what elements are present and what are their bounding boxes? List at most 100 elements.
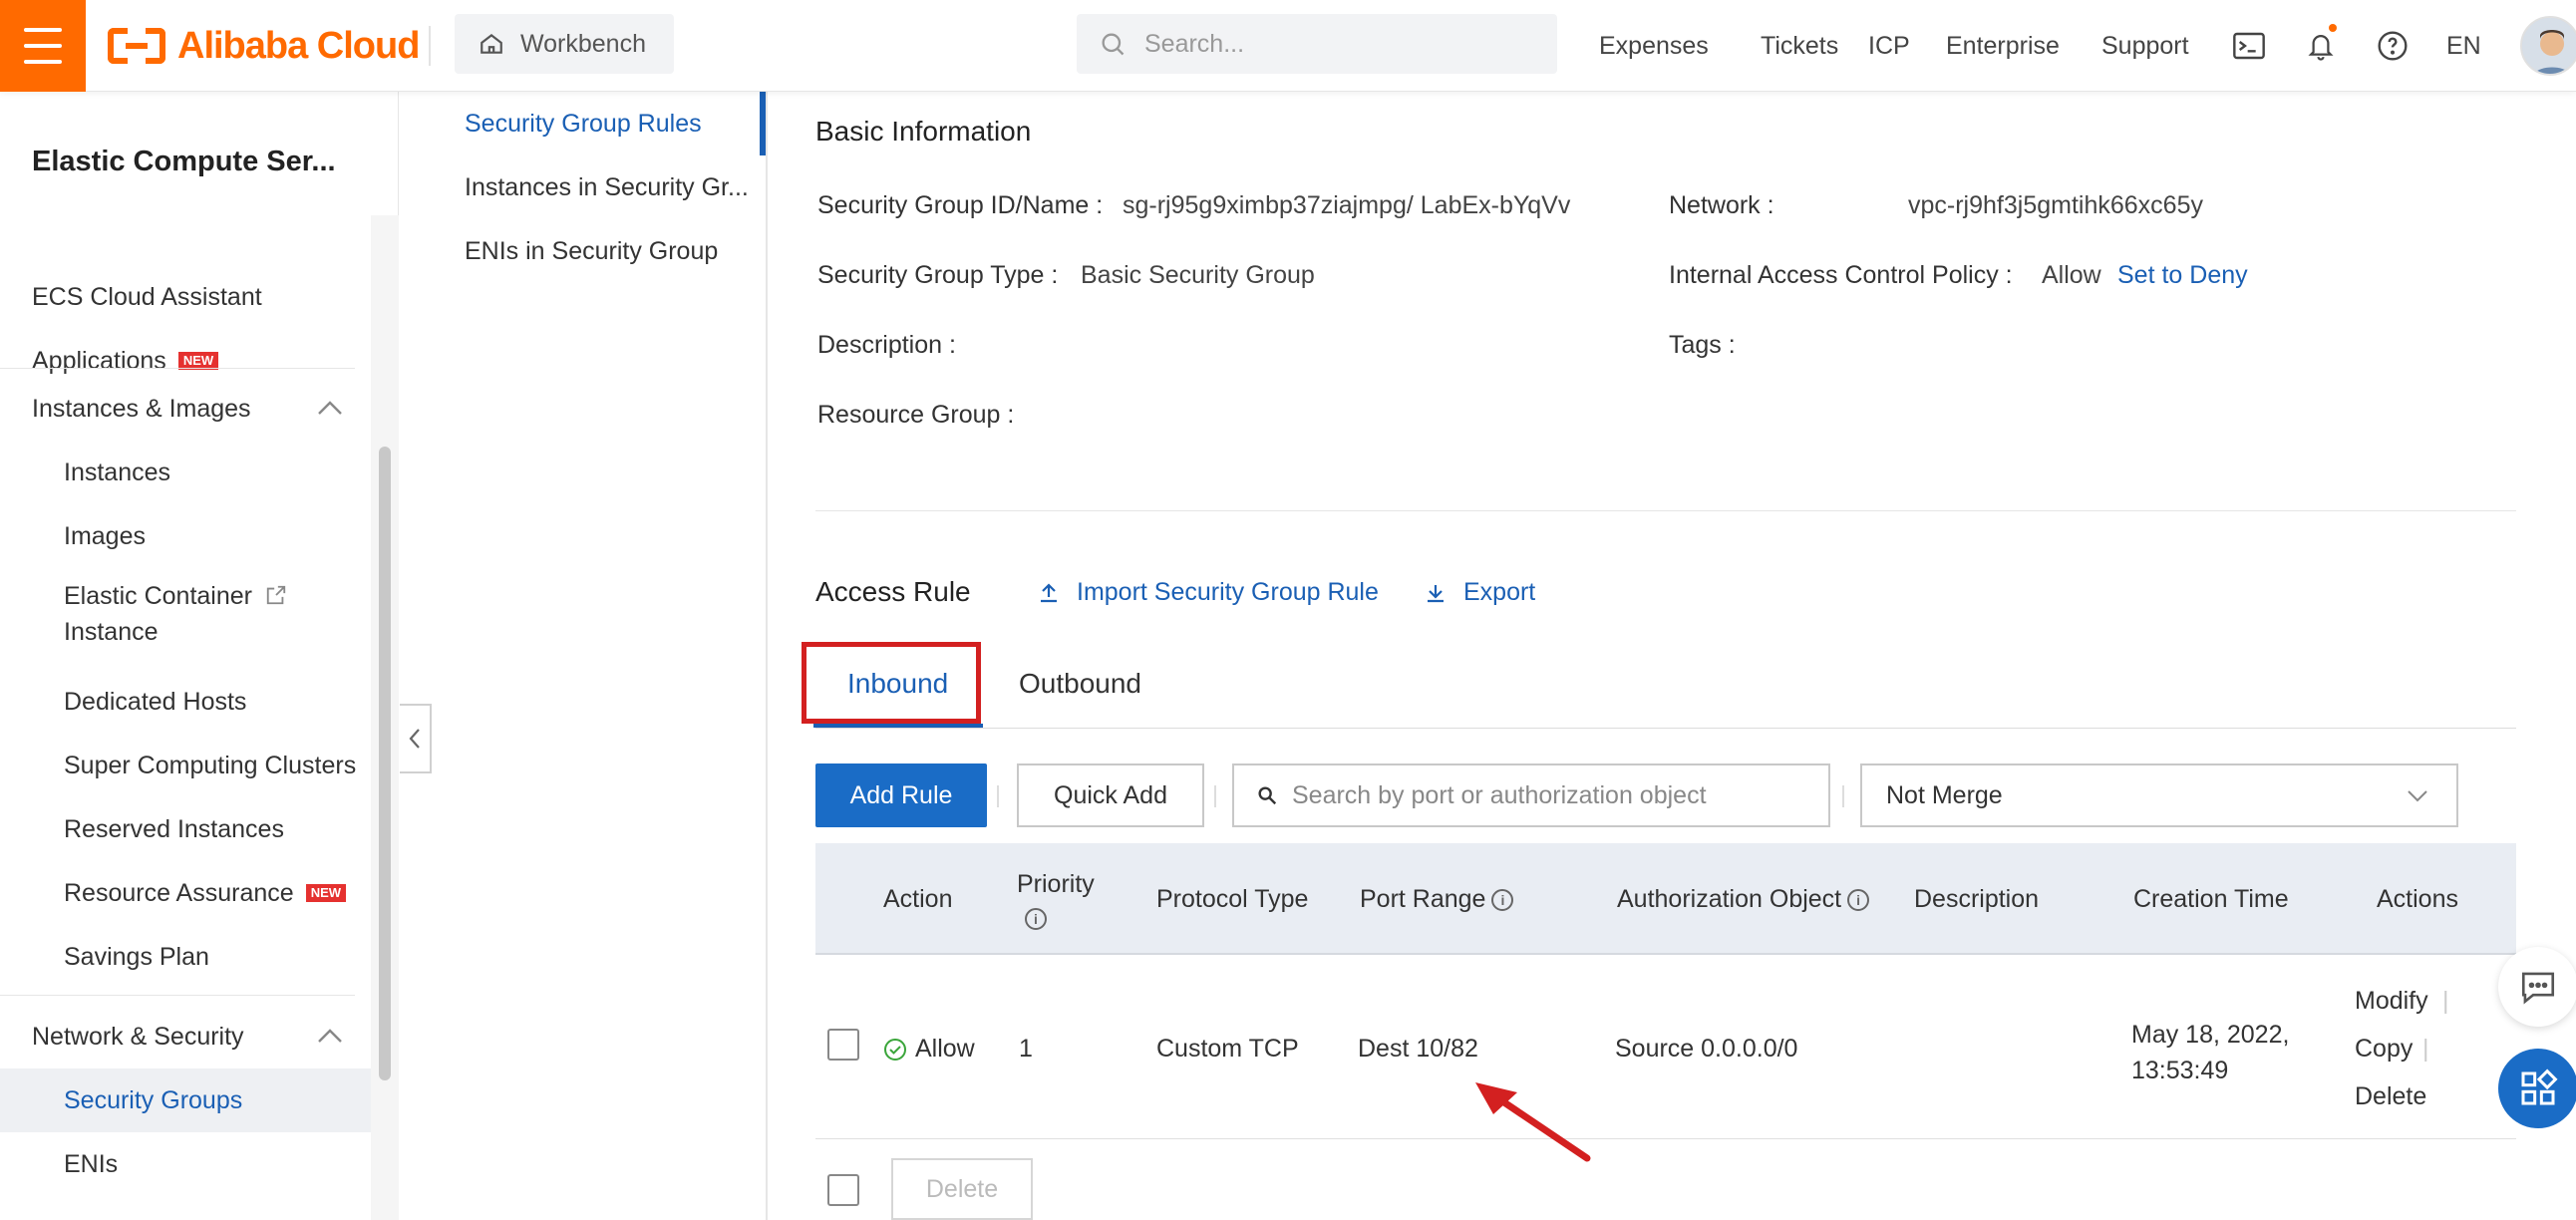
info-icon[interactable]: i — [1025, 908, 1047, 931]
info-icon[interactable]: i — [1491, 889, 1514, 912]
sg-type-label: Security Group Type : — [817, 261, 1059, 289]
sidebar-item-super-computing-clusters[interactable]: Super Computing Clusters — [0, 734, 371, 797]
workbench-button[interactable]: Workbench — [455, 14, 674, 74]
tab-outbound[interactable]: Outbound — [1019, 668, 1141, 700]
sidebar-item-images[interactable]: Images — [0, 504, 371, 568]
help-icon[interactable] — [2373, 26, 2413, 66]
access-rule-title: Access Rule — [815, 576, 971, 607]
chevron-left-icon — [409, 729, 420, 749]
quick-add-button[interactable]: Quick Add — [1017, 763, 1204, 827]
set-to-deny-link[interactable]: Set to Deny — [2117, 261, 2248, 290]
quick-apps-button[interactable] — [2498, 1049, 2576, 1128]
search-icon — [1258, 786, 1277, 805]
column-header-port-range: Port Range i — [1360, 885, 1514, 914]
row-creation-clock: 13:53:49 — [2131, 1057, 2229, 1084]
sidebar-item-label: ENIs — [64, 1149, 119, 1178]
add-rule-button[interactable]: Add Rule — [815, 763, 987, 827]
sidebar-item-label: Applications — [32, 346, 166, 375]
feedback-chat-button[interactable] — [2498, 947, 2576, 1027]
sidebar-item-instances[interactable]: Instances — [0, 441, 371, 504]
merge-select[interactable]: Not Merge — [1860, 763, 2458, 827]
chevron-down-icon — [2408, 790, 2427, 802]
sg-id-value: sg-rj95g9ximbp37ziajmpg/ LabEx-bYqVv — [1123, 191, 1571, 219]
logo-icon — [108, 28, 165, 64]
language-switch[interactable]: EN — [2446, 0, 2481, 92]
sidebar-item-label: Network & Security — [32, 1022, 244, 1051]
column-header-creation-time: Creation Time — [2133, 885, 2289, 913]
rule-search-placeholder: Search by port or authorization object — [1292, 780, 1707, 809]
sidebar-item-elastic-container-instance[interactable]: Elastic Container Instance — [0, 568, 371, 658]
policy-label: Internal Access Control Policy : — [1669, 261, 2013, 289]
select-all-checkbox[interactable] — [827, 1174, 859, 1206]
sidebar-item-dedicated-hosts[interactable]: Dedicated Hosts — [0, 670, 371, 734]
sidebar-title[interactable]: Elastic Compute Ser... — [32, 146, 336, 178]
apps-grid-icon — [2521, 1068, 2558, 1105]
terminal-icon[interactable] — [2229, 26, 2269, 66]
subnav-security-group-rules[interactable]: Security Group Rules — [465, 110, 754, 139]
nav-enterprise[interactable]: Enterprise — [1946, 0, 2060, 92]
alibaba-cloud-logo[interactable]: Alibaba Cloud — [108, 18, 420, 74]
copy-link[interactable]: Copy — [2355, 1035, 2413, 1064]
row-authorization-object: Source 0.0.0.0/0 — [1615, 1035, 1798, 1063]
security-group-subnav: Security Group Rules Instances in Securi… — [399, 92, 768, 1220]
collapse-sidebar-button[interactable] — [400, 704, 432, 773]
sidebar-item-label: Resource Assurance — [64, 878, 294, 907]
rule-search-input[interactable]: Search by port or authorization object — [1232, 763, 1830, 827]
notification-dot — [2329, 24, 2337, 32]
modify-link[interactable]: Modify — [2355, 987, 2428, 1016]
sidebar-scrollbar-thumb[interactable] — [379, 447, 391, 1080]
sidebar-item-label: Elastic Container — [64, 582, 252, 610]
notification-bell-icon[interactable] — [2301, 24, 2341, 66]
info-icon[interactable]: i — [1847, 889, 1870, 912]
import-rule-button[interactable]: Import Security Group Rule — [1037, 578, 1379, 607]
column-header-priority-label: Priority — [1017, 870, 1095, 898]
sidebar-group-network-security[interactable]: Network & Security — [0, 1005, 371, 1068]
sidebar-item-ecs-cloud-assistant[interactable]: ECS Cloud Assistant — [0, 265, 371, 329]
new-badge: NEW — [305, 884, 347, 902]
delete-link[interactable]: Delete — [2355, 1082, 2426, 1111]
resource-group-label: Resource Group : — [817, 401, 1015, 429]
brand-name: Alibaba Cloud — [177, 24, 420, 67]
active-tab-underline — [813, 724, 983, 728]
action-separator: | — [2422, 1035, 2429, 1063]
description-label: Description : — [817, 331, 956, 359]
row-creation-time: May 18, 2022, 13:53:49 — [2131, 1017, 2289, 1088]
subnav-instances-in-security-group[interactable]: Instances in Security Gr... — [465, 173, 754, 202]
chevron-up-icon — [318, 401, 342, 415]
row-action-value: Allow — [915, 1035, 975, 1063]
nav-tickets[interactable]: Tickets — [1761, 0, 1838, 92]
column-header-authorization-object: Authorization Object i — [1617, 885, 1870, 914]
nav-expenses[interactable]: Expenses — [1599, 0, 1709, 92]
user-avatar[interactable] — [2520, 16, 2576, 76]
nav-icp[interactable]: ICP — [1868, 0, 1910, 92]
toolbar-separator — [997, 785, 999, 807]
sidebar-item-savings-plan[interactable]: Savings Plan — [0, 925, 371, 989]
row-divider — [815, 1138, 2516, 1139]
basic-info-title: Basic Information — [815, 116, 1032, 147]
bulk-delete-button[interactable]: Delete — [891, 1158, 1033, 1220]
sidebar-item-reserved-instances[interactable]: Reserved Instances — [0, 797, 371, 861]
row-checkbox[interactable] — [827, 1029, 859, 1061]
action-separator: | — [2442, 987, 2449, 1015]
upload-icon — [1041, 582, 1057, 602]
global-search-input[interactable]: Search... — [1077, 14, 1557, 74]
nav-support[interactable]: Support — [2101, 0, 2189, 92]
tab-inbound[interactable]: Inbound — [847, 668, 948, 700]
home-icon — [481, 33, 502, 54]
toolbar-separator — [1214, 785, 1216, 807]
sidebar-item-label: Super Computing Clusters — [64, 751, 357, 779]
sidebar-item-enis[interactable]: ENIs — [0, 1132, 371, 1196]
row-creation-date: May 18, 2022, — [2131, 1021, 2290, 1049]
network-value: vpc-rj9hf3j5gmtihk66xc65y — [1908, 191, 2203, 219]
tabs-baseline — [815, 728, 2516, 729]
hamburger-menu-button[interactable] — [0, 0, 86, 92]
sidebar-group-instances-images[interactable]: Instances & Images — [0, 377, 371, 441]
sidebar-item-security-groups[interactable]: Security Groups — [0, 1068, 371, 1132]
sidebar-item-label: ECS Cloud Assistant — [32, 282, 262, 311]
export-label: Export — [1463, 578, 1536, 606]
sidebar-scrollbar[interactable] — [371, 215, 399, 1220]
sidebar-item-resource-assurance[interactable]: Resource Assurance NEW — [0, 861, 371, 925]
subnav-enis-in-security-group[interactable]: ENIs in Security Group — [465, 237, 754, 266]
export-button[interactable]: Export — [1424, 578, 1535, 607]
sidebar-item-label: Instances — [64, 458, 171, 486]
